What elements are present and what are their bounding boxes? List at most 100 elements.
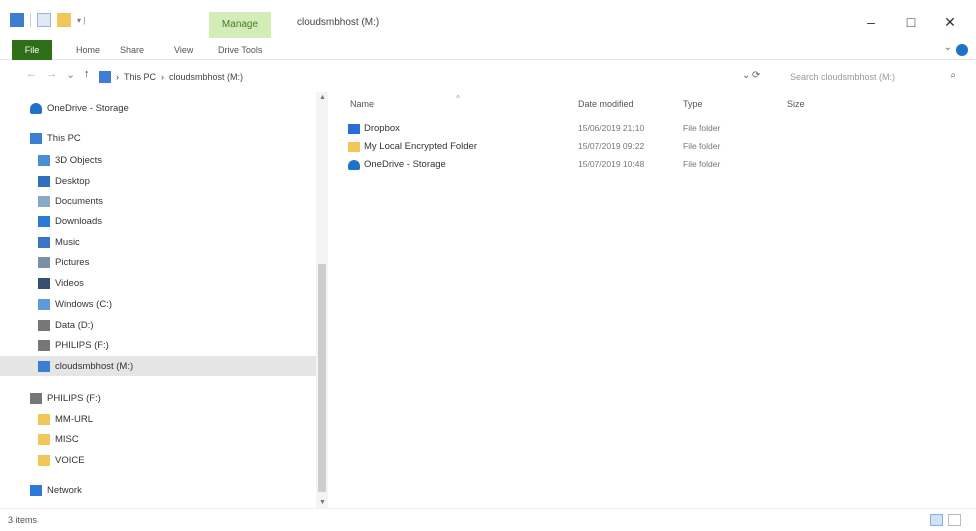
sidebar-item[interactable]: Windows (C:) [0, 294, 316, 314]
customize-qat-chevron-icon[interactable]: ▾ | [77, 16, 85, 25]
folder-icon [348, 142, 360, 152]
ribbon-tabs: File Home Share View Drive Tools ⌄ [0, 40, 976, 60]
sidebar-item-label: Desktop [55, 175, 90, 187]
document-icon [38, 195, 50, 207]
qat-separator [30, 13, 31, 27]
sidebar-item[interactable]: Downloads [0, 211, 316, 231]
column-header-type[interactable]: Type [683, 95, 703, 113]
maximize-button[interactable]: □ [891, 10, 931, 34]
help-icon[interactable] [956, 44, 968, 56]
navigation-pane[interactable]: OneDrive - Storage This PC 3D Objects Deskt… [0, 92, 316, 508]
address-history-chevron-icon[interactable]: ⌄ [742, 70, 750, 81]
scrollbar-thumb[interactable] [318, 264, 326, 492]
close-button[interactable]: ✕ [930, 10, 970, 34]
computer-icon [30, 132, 42, 144]
file-type: File folder [683, 123, 721, 133]
tab-share[interactable]: Share [120, 42, 144, 58]
breadcrumb-separator: › [161, 72, 165, 82]
recent-locations-chevron-icon[interactable]: ⌄ [66, 68, 75, 81]
app-icon[interactable] [10, 13, 24, 27]
scroll-up-arrow-icon[interactable]: ▲ [319, 94, 326, 101]
scroll-down-arrow-icon[interactable]: ▼ [319, 499, 326, 506]
drive-icon [38, 319, 50, 331]
tab-home[interactable]: Home [76, 42, 100, 58]
address-row: ← → ⌄ ↑ › This PC › cloudsmbhost (M:) ⌄ … [0, 60, 976, 92]
sidebar-item[interactable]: VOICE [0, 450, 316, 470]
sidebar-item[interactable]: OneDrive - Storage [0, 98, 316, 118]
file-list-pane[interactable]: Name ^ Date modified Type Size Dropbox 15… [330, 92, 976, 508]
tab-manage[interactable]: Manage [209, 12, 271, 38]
tab-file[interactable]: File [12, 40, 52, 60]
file-name: Dropbox [364, 123, 400, 134]
new-folder-icon[interactable] [57, 13, 71, 27]
file-row[interactable]: My Local Encrypted Folder 15/07/2019 09:2… [348, 138, 768, 156]
sidebar-item-label: Documents [55, 195, 104, 207]
sidebar-item[interactable]: Desktop [0, 171, 316, 191]
file-name: OneDrive - Storage [364, 159, 446, 170]
sidebar-item[interactable]: This PC [0, 128, 316, 148]
download-icon [38, 215, 50, 227]
sidebar-item[interactable]: PHILIPS (F:) [0, 335, 316, 355]
network-icon [30, 484, 42, 496]
sidebar-item-label: Pictures [55, 256, 90, 268]
title-bar: ▾ | Manage cloudsmbhost (M:) – □ ✕ [0, 0, 976, 40]
column-header-size[interactable]: Size [787, 95, 805, 113]
sidebar-item-label: Windows (C:) [55, 298, 113, 310]
sort-ascending-icon: ^ [456, 94, 460, 103]
back-button[interactable]: ← [26, 68, 37, 80]
sidebar-item-label: This PC [47, 132, 81, 144]
sidebar-item-label: Videos [55, 277, 84, 289]
sidebar-item[interactable]: PHILIPS (F:) [0, 388, 316, 408]
forward-button[interactable]: → [46, 68, 57, 80]
tab-drive-tools[interactable]: Drive Tools [218, 42, 262, 58]
sidebar-item[interactable]: Network [0, 480, 316, 500]
large-icons-view-icon[interactable] [948, 514, 961, 526]
sidebar-item-label: PHILIPS (F:) [55, 339, 109, 351]
music-icon [38, 236, 50, 248]
search-icon: ⌕ [950, 70, 956, 81]
details-view-icon[interactable] [930, 514, 943, 526]
column-header-label: Name [350, 99, 375, 109]
sidebar-item-label: Downloads [55, 215, 102, 227]
sidebar-item-label: Network [47, 484, 82, 496]
up-button[interactable]: ↑ [84, 68, 90, 80]
refresh-button[interactable]: ⟳ [752, 70, 760, 81]
picture-icon [38, 256, 50, 268]
sidebar-item[interactable]: MM-URL [0, 409, 316, 429]
sidebar-item[interactable]: MISC [0, 429, 316, 449]
sidebar-item[interactable]: Music [0, 232, 316, 252]
column-header-date-modified[interactable]: Date modified [578, 95, 634, 113]
sidebar-item[interactable]: 3D Objects [0, 150, 316, 170]
file-type: File folder [683, 159, 721, 169]
expand-ribbon-chevron-icon[interactable]: ⌄ [944, 42, 952, 53]
window-title: cloudsmbhost (M:) [297, 17, 380, 28]
sidebar-item[interactable]: Pictures [0, 252, 316, 272]
file-date-modified: 15/07/2019 09:22 [578, 141, 645, 151]
sidebar-item[interactable]: Videos [0, 273, 316, 293]
cube-icon [38, 154, 50, 166]
sidebar-item-label: VOICE [55, 454, 85, 466]
navigation-pane-scrollbar[interactable]: ▲ ▼ [316, 92, 328, 508]
address-bar[interactable]: › This PC › cloudsmbhost (M:) [98, 67, 776, 87]
file-name: My Local Encrypted Folder [364, 141, 477, 152]
status-bar: 3 items [0, 508, 976, 531]
file-row[interactable]: Dropbox 15/06/2019 21:10 File folder [348, 120, 768, 138]
sidebar-item-label: Music [55, 236, 80, 248]
sidebar-item-label: 3D Objects [55, 154, 102, 166]
search-input[interactable]: Search cloudsmbhost (M:) ⌕ [784, 67, 964, 87]
breadcrumb-current-drive[interactable]: cloudsmbhost (M:) [169, 72, 243, 82]
file-row[interactable]: OneDrive - Storage 15/07/2019 10:48 File f… [348, 156, 768, 174]
breadcrumb-this-pc[interactable]: This PC [124, 72, 156, 82]
sidebar-item[interactable]: Documents [0, 191, 316, 211]
minimize-button[interactable]: – [851, 10, 891, 34]
sidebar-item-label: OneDrive - Storage [47, 102, 129, 114]
folder-icon [38, 454, 50, 466]
properties-icon[interactable] [37, 13, 51, 27]
column-header-name[interactable]: Name [350, 95, 374, 113]
computer-icon [99, 71, 111, 83]
tab-view[interactable]: View [174, 42, 193, 58]
sidebar-item-label: PHILIPS (F:) [47, 392, 101, 404]
sidebar-item[interactable]: cloudsmbhost (M:) [0, 356, 316, 376]
sidebar-item[interactable]: Data (D:) [0, 315, 316, 335]
desktop-icon [38, 175, 50, 187]
